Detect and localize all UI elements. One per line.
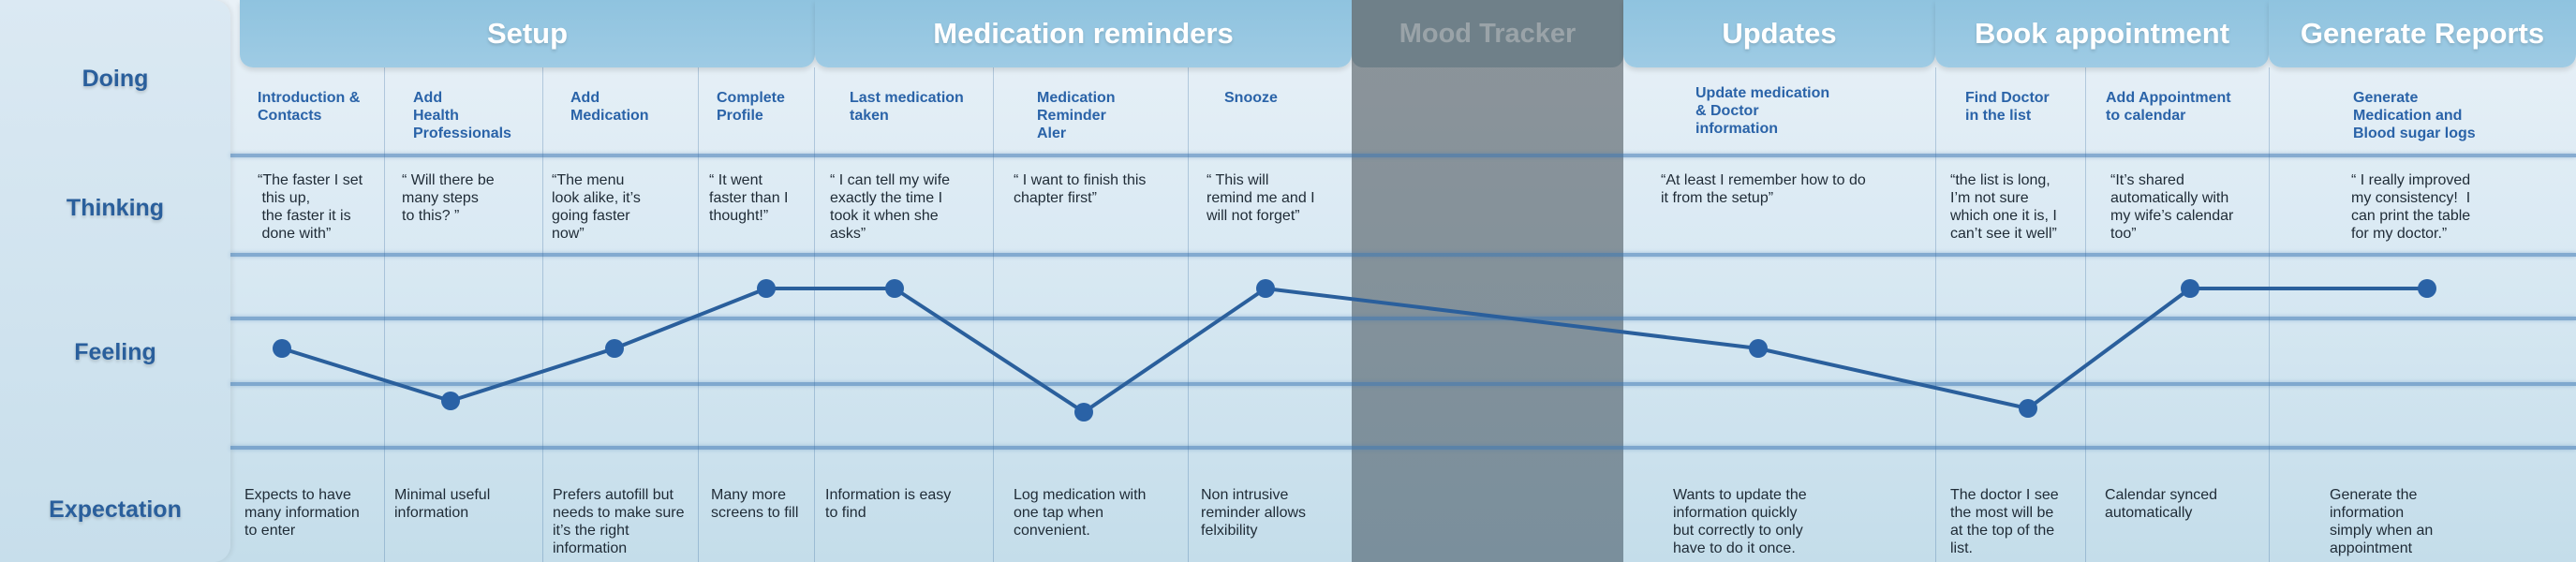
- feeling-point: [2418, 279, 2436, 298]
- feeling-line: [281, 287, 2427, 414]
- feeling-point: [273, 339, 291, 358]
- feeling-point: [441, 392, 460, 410]
- feeling-curve: [273, 279, 2436, 422]
- feeling-point: [2181, 279, 2199, 298]
- feeling-point: [757, 279, 776, 298]
- feeling-point: [1749, 339, 1768, 358]
- feeling-point: [885, 279, 904, 298]
- feeling-point: [2019, 399, 2037, 418]
- feeling-point: [1074, 403, 1093, 422]
- feeling-point: [1256, 279, 1275, 298]
- feeling-point: [605, 339, 624, 358]
